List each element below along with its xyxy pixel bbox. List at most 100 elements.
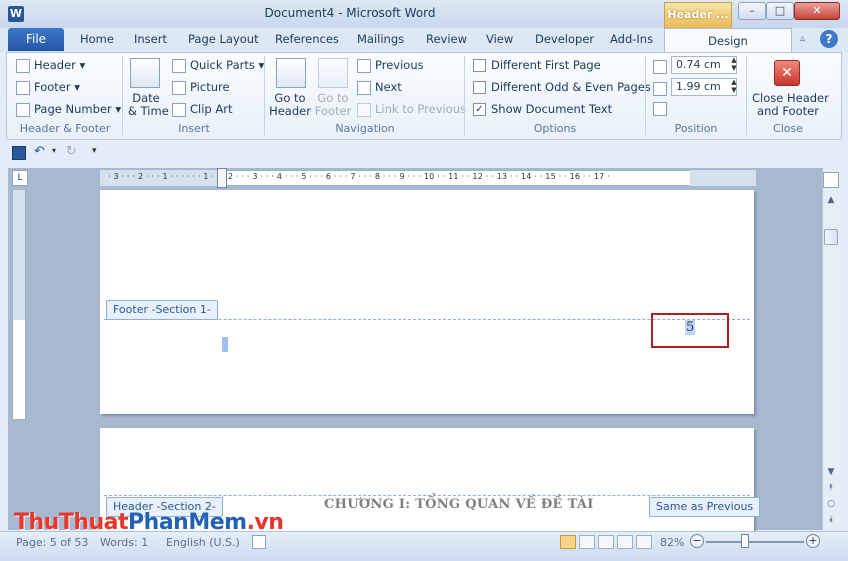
go-to-footer-icon — [318, 58, 348, 88]
link-icon — [357, 102, 371, 117]
footer-section-tag: Footer -Section 1- — [106, 300, 218, 320]
customize-toolbar-icon[interactable]: ▾ — [92, 146, 97, 156]
header-icon — [16, 58, 30, 73]
go-to-footer-button[interactable]: Go to Footer — [311, 92, 355, 118]
clip-art-icon — [172, 102, 186, 117]
footer-button[interactable]: Footer ▾ — [16, 80, 80, 95]
ruler-right-margin — [690, 170, 756, 186]
tab-view[interactable]: View — [486, 32, 513, 46]
group-label-header-footer: Header & Footer — [19, 122, 111, 135]
picture-button[interactable]: Picture — [172, 80, 230, 95]
group-label-close: Close — [773, 122, 803, 135]
page-number-icon — [16, 102, 30, 117]
macro-recording-icon[interactable] — [252, 535, 266, 549]
quick-parts-button[interactable]: Quick Parts ▾ — [172, 58, 264, 73]
tab-design[interactable]: Design — [664, 28, 792, 53]
page-count[interactable]: Page: 5 of 53 — [16, 536, 88, 549]
tab-references[interactable]: References — [275, 32, 339, 46]
minimize-button[interactable]: – — [738, 2, 766, 20]
text-cursor — [222, 337, 228, 352]
header-boundary-line — [104, 495, 750, 496]
tab-add-ins[interactable]: Add-Ins — [610, 32, 653, 46]
chapter-heading[interactable]: CHƯƠNG I: TỔNG QUAN VỀ ĐỀ TÀI — [324, 497, 594, 512]
next-page-icon[interactable]: ⯯ — [825, 514, 837, 526]
insert-alignment-tab-icon[interactable] — [653, 102, 667, 116]
redo-icon[interactable]: ↻ — [66, 144, 77, 159]
zoom-out-button[interactable]: − — [690, 534, 704, 548]
tab-home[interactable]: Home — [80, 32, 114, 46]
language-indicator[interactable]: English (U.S.) — [166, 536, 240, 549]
zoom-level[interactable]: 82% — [660, 536, 684, 549]
quick-parts-icon — [172, 58, 186, 73]
web-layout-icon[interactable] — [598, 535, 614, 549]
tab-insert[interactable]: Insert — [134, 32, 167, 46]
different-first-page-checkbox[interactable] — [473, 59, 486, 72]
header-position-spinner[interactable]: ▲ ▼ — [729, 56, 739, 74]
view-ruler-icon[interactable] — [823, 172, 839, 188]
ruler-marks: · 3 · · · 2 · · · 1 · · · · · · 1 · · · … — [108, 172, 610, 181]
zoom-in-button[interactable]: + — [806, 534, 820, 548]
footer-position-input[interactable]: 1.99 cm — [671, 78, 737, 96]
footer-icon — [16, 80, 30, 95]
vertical-ruler-margin — [13, 190, 25, 320]
tab-mailings[interactable]: Mailings — [357, 32, 404, 46]
go-to-header-button[interactable]: Go to Header — [268, 92, 312, 118]
header-position-input[interactable]: 0.74 cm — [671, 56, 737, 74]
save-icon[interactable] — [12, 146, 26, 160]
previous-button[interactable]: Previous — [357, 58, 424, 73]
link-to-previous-button[interactable]: Link to Previous — [357, 102, 466, 117]
close-header-footer-icon: ✕ — [774, 60, 800, 86]
close-header-footer-button[interactable]: Close Header and Footer — [752, 92, 829, 118]
footer-position-spinner[interactable]: ▲ ▼ — [729, 78, 739, 96]
scroll-down-icon[interactable]: ▼ — [825, 466, 837, 478]
group-separator — [264, 56, 265, 136]
site-watermark: ThuThuatPhanMem.vn — [14, 510, 284, 535]
picture-icon — [172, 80, 186, 95]
zoom-slider[interactable] — [706, 541, 804, 543]
different-first-page-label: Different First Page — [491, 58, 601, 72]
calendar-icon — [130, 58, 160, 88]
header-footer-tools-tab[interactable]: Header ... — [664, 2, 732, 28]
show-document-text-label: Show Document Text — [491, 102, 613, 116]
different-odd-even-label: Different Odd & Even Pages — [491, 80, 651, 94]
scroll-up-icon[interactable]: ▲ — [825, 194, 837, 206]
go-to-header-icon — [276, 58, 306, 88]
previous-page-icon[interactable]: ⯭ — [825, 482, 837, 494]
tab-page-layout[interactable]: Page Layout — [188, 32, 259, 46]
page-number-button[interactable]: Page Number ▾ — [16, 102, 121, 117]
undo-icon[interactable]: ↶ — [34, 144, 45, 159]
group-separator — [746, 56, 747, 136]
different-odd-even-checkbox[interactable] — [473, 81, 486, 94]
tab-file[interactable]: File — [8, 28, 64, 51]
header-position-icon — [653, 60, 667, 74]
highlight-box — [651, 313, 729, 348]
date-time-button[interactable]: Date & Time — [128, 92, 169, 118]
close-window-button[interactable]: ✕ — [794, 2, 840, 20]
next-section-icon — [357, 80, 371, 95]
tab-review[interactable]: Review — [426, 32, 467, 46]
outline-view-icon[interactable] — [617, 535, 633, 549]
zoom-slider-thumb[interactable] — [741, 534, 750, 548]
group-separator — [464, 56, 465, 136]
group-separator — [122, 56, 123, 136]
header-button[interactable]: Header ▾ — [16, 58, 85, 73]
next-button[interactable]: Next — [357, 80, 402, 95]
ribbon-minimize-icon[interactable]: ▵ — [800, 33, 814, 47]
help-icon[interactable]: ? — [820, 30, 838, 48]
undo-dropdown-icon[interactable]: ▾ — [52, 146, 56, 155]
full-screen-reading-icon[interactable] — [579, 535, 595, 549]
footer-position-icon — [653, 82, 667, 96]
group-label-insert: Insert — [178, 122, 210, 135]
tab-developer[interactable]: Developer — [535, 32, 594, 46]
tab-selector[interactable]: L — [12, 170, 28, 186]
show-document-text-checkbox[interactable]: ✓ — [473, 103, 486, 116]
browse-object-icon[interactable]: ○ — [825, 498, 837, 510]
clip-art-button[interactable]: Clip Art — [172, 102, 232, 117]
indent-marker[interactable] — [217, 168, 227, 188]
group-separator — [645, 56, 646, 136]
scrollbar-thumb[interactable] — [824, 229, 838, 245]
maximize-button[interactable]: □ — [766, 2, 794, 20]
draft-view-icon[interactable] — [636, 535, 652, 549]
print-layout-view-icon[interactable] — [560, 535, 576, 549]
word-count[interactable]: Words: 1 — [100, 536, 148, 549]
